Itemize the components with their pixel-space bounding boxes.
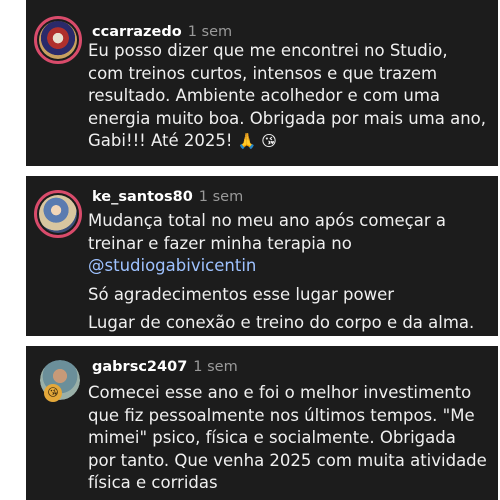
comment-text: Mudança total no meu ano após começar a …	[88, 210, 488, 341]
comment-paragraph: Só agradecimentos esse lugar power	[88, 284, 395, 304]
comment-text: Comecei esse ano e foi o melhor investim…	[88, 383, 487, 492]
profile-photo	[39, 21, 77, 59]
emoji-reactions: 🙏 😘	[237, 132, 277, 150]
comment-body: Mudança total no meu ano após começar a …	[88, 211, 447, 253]
comment-header: ke_santos80 1 sem	[92, 189, 243, 205]
comment-header: ccarrazedo 1 sem	[92, 24, 232, 40]
comment-paragraph: Mudança total no meu ano após começar a …	[88, 210, 488, 278]
timestamp: 1 sem	[198, 189, 244, 205]
timestamp: 1 sem	[187, 24, 233, 40]
profile-photo	[39, 195, 77, 233]
avatar[interactable]	[34, 190, 82, 238]
comment-card: gabrsc2407 1 sem Comecei esse ano e foi o…	[26, 346, 498, 500]
mention-link[interactable]: @studiogabivicentin	[88, 256, 256, 275]
comment-body: Eu posso dizer que me encontrei no Studi…	[88, 41, 487, 150]
comment-card: ke_santos80 1 sem Mudança total no meu an…	[26, 176, 498, 336]
avatar[interactable]	[34, 16, 82, 64]
comment-card: ccarrazedo 1 sem Eu posso dizer que me en…	[26, 0, 498, 166]
comment-paragraph: Lugar de conexão e treino do corpo e da …	[88, 313, 475, 332]
username[interactable]: ke_santos80	[92, 189, 193, 205]
timestamp: 1 sem	[193, 359, 238, 375]
comment-text: Eu posso dizer que me encontrei no Studi…	[88, 40, 488, 153]
emoji-badge-icon: 😘	[44, 384, 62, 402]
comment-header: gabrsc2407 1 sem	[92, 359, 238, 375]
username[interactable]: gabrsc2407	[92, 359, 187, 375]
username[interactable]: ccarrazedo	[92, 24, 182, 40]
